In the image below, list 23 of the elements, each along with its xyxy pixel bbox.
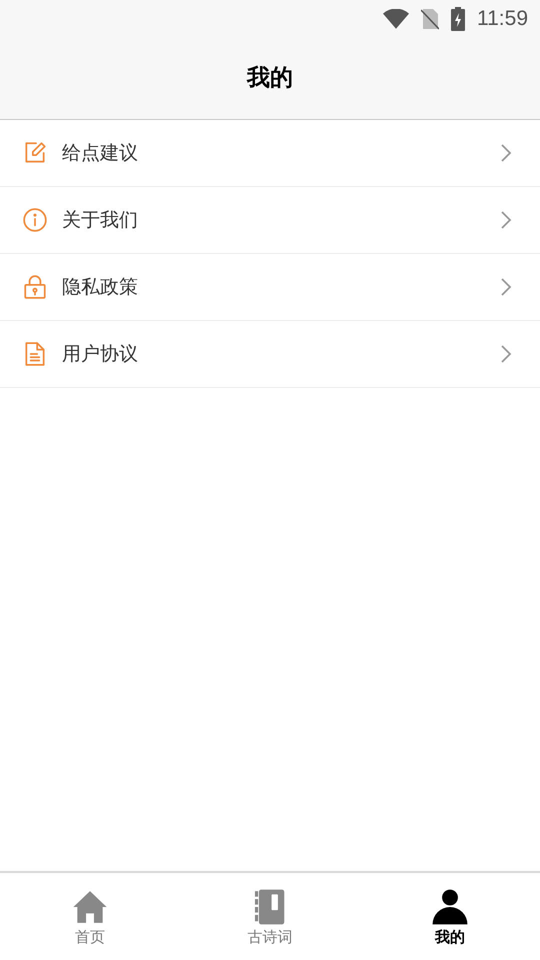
chevron-right-icon	[500, 210, 512, 230]
page-title: 我的	[247, 64, 293, 94]
tab[interactable]: 首页	[0, 873, 180, 960]
status-time: 11:59	[477, 6, 528, 32]
wifi-icon	[383, 9, 409, 29]
tab[interactable]: 我的	[360, 873, 540, 960]
tab[interactable]: 古诗词	[180, 873, 360, 960]
no-sim-icon	[421, 8, 439, 30]
chevron-right-icon	[500, 143, 512, 163]
menu-label: 隐私政策	[62, 274, 139, 300]
battery-charging-icon	[451, 7, 465, 31]
menu-item[interactable]: 隐私政策	[0, 254, 540, 321]
menu-item[interactable]: 给点建议	[0, 120, 540, 187]
chevron-right-icon	[500, 344, 512, 364]
menu-label: 关于我们	[62, 208, 139, 233]
person-icon	[431, 888, 469, 926]
lock-icon	[22, 274, 48, 300]
menu-label: 用户协议	[62, 342, 139, 367]
chevron-right-icon	[500, 277, 512, 297]
menu-item[interactable]: 用户协议	[0, 321, 540, 388]
info-icon	[22, 207, 48, 233]
menu-item[interactable]: 关于我们	[0, 187, 540, 254]
menu-label: 给点建议	[62, 140, 139, 166]
